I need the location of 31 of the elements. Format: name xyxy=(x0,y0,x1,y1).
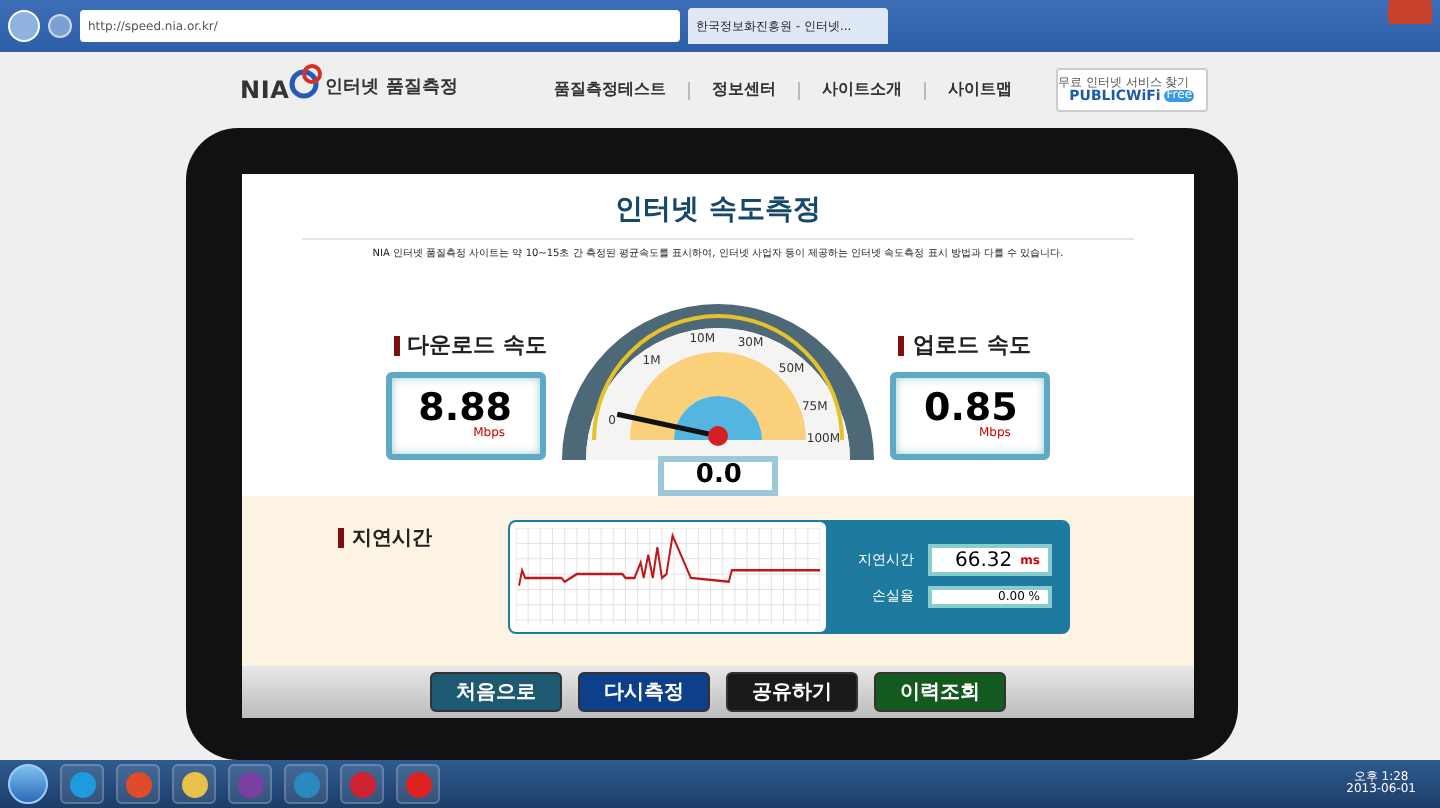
taskbar-app-icon[interactable] xyxy=(116,764,160,804)
speed-label: 업로드 속도 xyxy=(912,330,1031,362)
start-button[interactable] xyxy=(8,764,48,804)
gauge-reading: 0.0 xyxy=(658,455,779,495)
speed-label: 다운로드 속도 xyxy=(407,330,547,362)
back-button[interactable] xyxy=(8,10,40,42)
latency-label: 지연시간 xyxy=(352,525,432,553)
nav-link[interactable]: 사이트맵 xyxy=(947,78,1012,102)
taskbar-app-icon[interactable] xyxy=(396,764,440,804)
action-button[interactable]: 다시측정 xyxy=(578,672,710,712)
action-button[interactable]: 이력조회 xyxy=(874,672,1006,712)
gauge-pivot xyxy=(708,425,729,445)
action-button[interactable]: 공유하기 xyxy=(726,672,858,712)
speed-value: 8.88 xyxy=(418,390,513,428)
nav-link[interactable]: 사이트소개 xyxy=(821,78,902,102)
taskbar-app-icon[interactable] xyxy=(284,764,328,804)
logo-swirl-icon xyxy=(285,62,322,102)
site-logo[interactable]: NIA xyxy=(240,72,290,108)
page-title: 인터넷 속도측정 xyxy=(615,192,821,230)
taskbar-app-icon[interactable] xyxy=(340,764,384,804)
stat-value: 66.32 xyxy=(955,547,1013,575)
taskbar-app-icon[interactable] xyxy=(172,764,216,804)
gauge-hub xyxy=(674,395,763,439)
forward-button[interactable] xyxy=(48,14,72,38)
nav-link[interactable]: 품질측정테스트 xyxy=(553,78,666,102)
nav-link[interactable]: 정보센터 xyxy=(711,78,776,102)
speed-value: 0.85 xyxy=(923,390,1018,428)
taskbar-app-icon[interactable] xyxy=(228,764,272,804)
taskbar-app-icon[interactable] xyxy=(60,764,104,804)
action-button[interactable]: 처음으로 xyxy=(430,672,562,712)
site-name: 인터넷 품질측정 xyxy=(325,76,458,103)
